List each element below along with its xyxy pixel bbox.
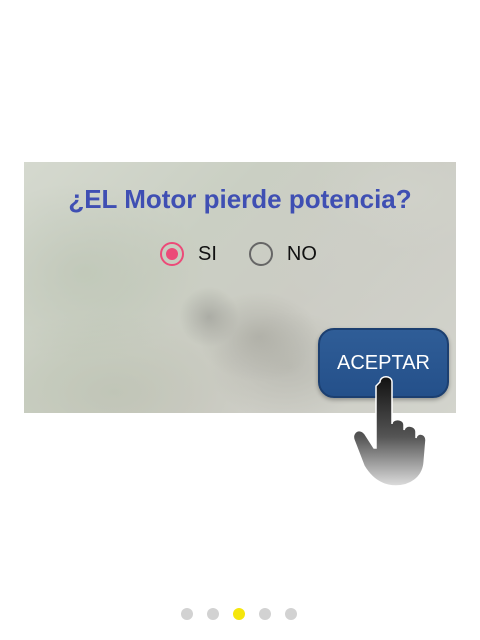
page-indicator bbox=[181, 608, 311, 620]
radio-selected-dot bbox=[166, 248, 178, 260]
page-dot-1[interactable] bbox=[181, 608, 193, 620]
radio-no[interactable] bbox=[248, 242, 273, 266]
page-dot-2[interactable] bbox=[207, 608, 219, 620]
tutorial-screen: ¿EL Motor pierde potencia? SI NO ACEPTAR bbox=[0, 0, 480, 640]
option-no[interactable]: NO bbox=[248, 242, 317, 266]
option-si-label: SI bbox=[198, 242, 217, 265]
page-dot-4[interactable] bbox=[259, 608, 271, 620]
option-si[interactable]: SI bbox=[160, 242, 217, 266]
answer-radio-group: SI NO bbox=[160, 242, 317, 266]
option-no-label: NO bbox=[286, 242, 317, 265]
question-title: ¿EL Motor pierde potencia? bbox=[68, 184, 412, 214]
radio-si[interactable] bbox=[160, 242, 184, 266]
pointing-hand-icon bbox=[352, 376, 426, 487]
page-dot-5[interactable] bbox=[285, 608, 297, 620]
page-dot-3-active[interactable] bbox=[233, 608, 245, 620]
